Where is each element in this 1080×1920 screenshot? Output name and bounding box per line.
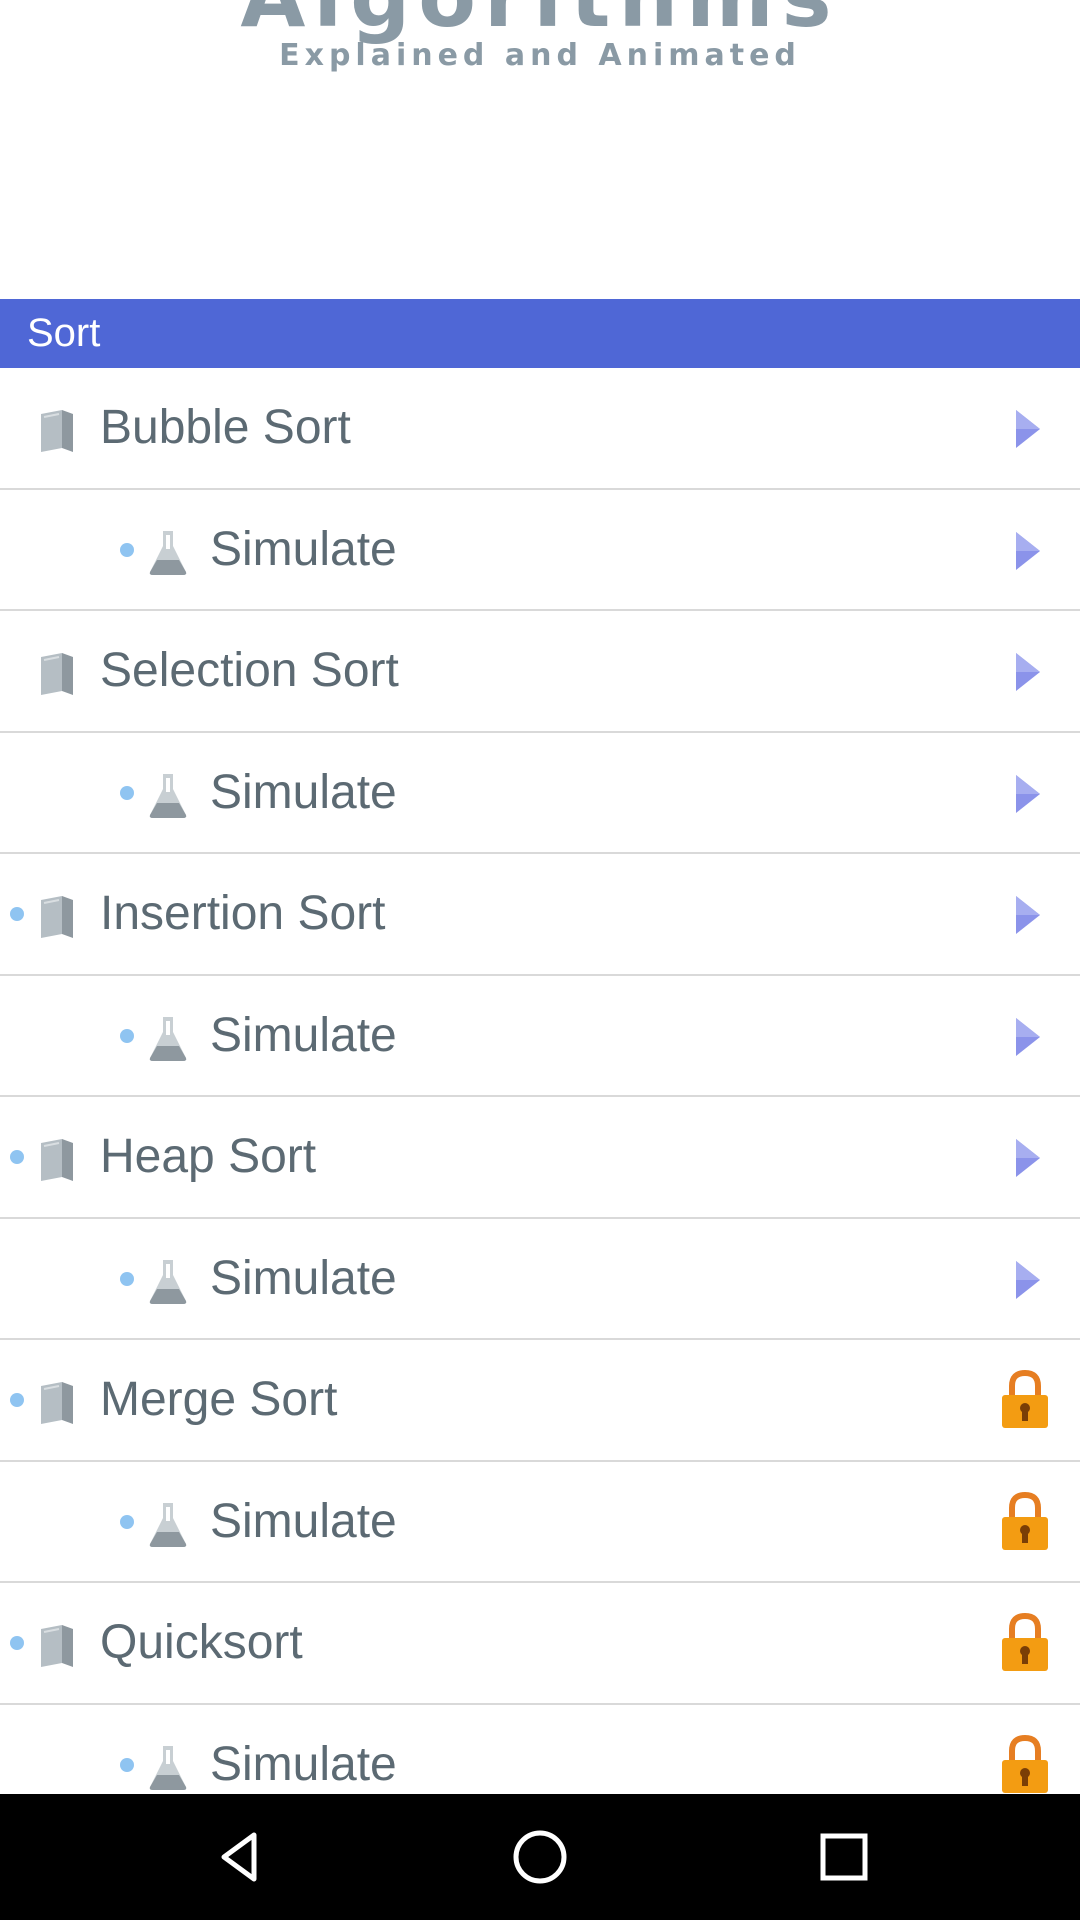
book-icon — [41, 1382, 73, 1424]
app-logo-subtitle: Explained and Animated — [279, 38, 801, 73]
algorithm-label: Quicksort — [100, 1616, 303, 1669]
bullet-icon — [10, 1393, 24, 1407]
section-title: Sort — [27, 311, 101, 355]
bullet-icon — [120, 785, 134, 800]
simulate-label: Simulate — [210, 1008, 397, 1062]
play-arrow-icon — [1016, 410, 1040, 448]
flask-icon — [149, 1502, 187, 1547]
algorithm-label: Selection Sort — [100, 644, 399, 697]
bullet-icon — [120, 1757, 134, 1772]
recents-button[interactable] — [812, 1825, 876, 1889]
bullet-icon — [10, 1150, 24, 1164]
flask-icon — [149, 1016, 187, 1061]
book-icon — [41, 410, 73, 452]
play-arrow-icon — [1016, 1139, 1040, 1177]
play-arrow-icon — [1016, 531, 1040, 570]
algorithm-row[interactable]: Merge Sort — [0, 1340, 1080, 1462]
algorithm-label: Insertion Sort — [100, 887, 386, 940]
lock-icon — [1002, 1734, 1048, 1793]
simulate-label: Simulate — [210, 1737, 397, 1791]
flask-icon — [149, 1259, 187, 1304]
algorithm-row[interactable]: Insertion Sort — [0, 854, 1080, 976]
section-header-sort: Sort — [0, 299, 1080, 368]
book-icon — [41, 1139, 73, 1181]
simulate-label: Simulate — [210, 765, 397, 819]
simulate-row[interactable]: Simulate — [0, 1462, 1080, 1583]
simulate-row[interactable]: Simulate — [0, 490, 1080, 611]
lock-icon — [1002, 1491, 1048, 1550]
simulate-label: Simulate — [210, 1494, 397, 1548]
algorithm-row[interactable]: Bubble Sort — [0, 368, 1080, 490]
book-icon — [41, 1625, 73, 1667]
play-arrow-icon — [1016, 1260, 1040, 1299]
algorithm-row[interactable]: Selection Sort — [0, 611, 1080, 733]
home-button[interactable] — [508, 1825, 572, 1889]
play-arrow-icon — [1016, 774, 1040, 813]
book-icon — [41, 653, 73, 695]
bullet-icon — [10, 1636, 24, 1650]
algorithm-label: Heap Sort — [100, 1130, 317, 1183]
simulate-row[interactable]: Simulate — [0, 1705, 1080, 1795]
lock-icon — [1002, 1613, 1048, 1671]
play-arrow-icon — [1016, 896, 1040, 934]
back-button[interactable] — [208, 1825, 272, 1889]
system-navigation-bar — [0, 1794, 1080, 1920]
algorithm-row[interactable]: Heap Sort — [0, 1097, 1080, 1219]
simulate-row[interactable]: Simulate — [0, 733, 1080, 854]
bullet-icon — [120, 1271, 134, 1286]
bullet-icon — [10, 907, 24, 921]
algorithm-label: Merge Sort — [100, 1373, 338, 1426]
app-header: Algorithms Explained and Animated — [0, 0, 1080, 299]
bullet-icon — [120, 542, 134, 557]
simulate-label: Simulate — [210, 522, 397, 576]
algorithm-list: Bubble Sort Simulate Selection Sort Simulat… — [0, 368, 1080, 1794]
algorithm-row[interactable]: Quicksort — [0, 1583, 1080, 1705]
play-arrow-icon — [1016, 1017, 1040, 1056]
simulate-row[interactable]: Simulate — [0, 1219, 1080, 1340]
play-arrow-icon — [1016, 653, 1040, 691]
simulate-row[interactable]: Simulate — [0, 976, 1080, 1097]
flask-icon — [149, 530, 187, 575]
simulate-label: Simulate — [210, 1251, 397, 1305]
algorithm-label: Bubble Sort — [100, 401, 351, 454]
lock-icon — [1002, 1370, 1048, 1428]
book-icon — [41, 896, 73, 938]
flask-icon — [149, 773, 187, 818]
flask-icon — [149, 1745, 187, 1790]
bullet-icon — [120, 1028, 134, 1043]
bullet-icon — [120, 1514, 134, 1529]
